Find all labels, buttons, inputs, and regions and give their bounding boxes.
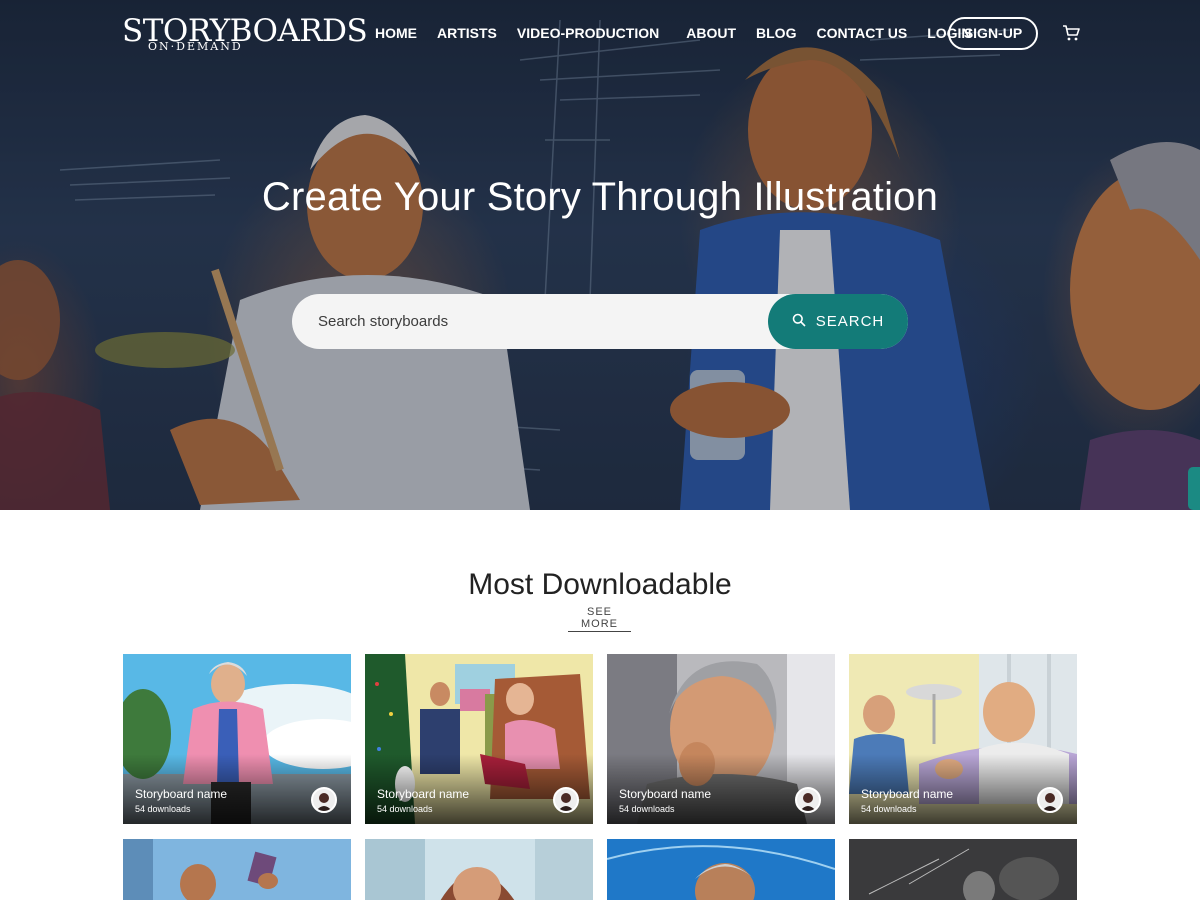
storyboard-thumbnail	[365, 839, 593, 900]
storyboard-downloads: 54 downloads	[861, 804, 917, 814]
nav-home[interactable]: HOME	[375, 24, 417, 42]
storyboard-card[interactable]	[365, 839, 593, 900]
section-title: Most Downloadable	[468, 568, 732, 601]
artist-avatar[interactable]	[311, 787, 337, 813]
search-button-label: SEARCH	[815, 313, 885, 330]
nav-blog[interactable]: BLOG	[756, 24, 796, 42]
brand-logo[interactable]: STORYBOARDS ON·DEMAND	[122, 14, 368, 53]
search-bar: SEARCH	[292, 294, 908, 349]
side-feedback-tab[interactable]	[1188, 467, 1200, 510]
artist-avatar[interactable]	[553, 787, 579, 813]
storyboard-downloads: 54 downloads	[377, 804, 433, 814]
storyboard-thumbnail	[123, 839, 351, 900]
cart-icon[interactable]	[1062, 24, 1080, 42]
signup-button[interactable]: SIGN-UP	[948, 17, 1038, 50]
main-nav: HOME ARTISTS VIDEO-PRODUCTION ABOUT BLOG…	[375, 24, 992, 42]
storyboard-thumbnail	[607, 839, 835, 900]
search-button[interactable]: SEARCH	[768, 294, 908, 349]
storyboard-name: Storyboard name	[861, 787, 954, 801]
storyboard-downloads: 54 downloads	[135, 804, 191, 814]
search-icon	[792, 313, 806, 331]
storyboard-card[interactable]	[123, 839, 351, 900]
storyboard-name: Storyboard name	[377, 787, 470, 801]
nav-contact-us[interactable]: CONTACT US	[816, 24, 907, 42]
nav-artists[interactable]: ARTISTS	[437, 24, 497, 42]
hero-title: Create Your Story Through Illustration	[261, 175, 939, 219]
brand-logo-bottom: ON·DEMAND	[148, 40, 243, 53]
storyboard-card[interactable]	[849, 839, 1077, 900]
storyboard-thumbnail	[849, 839, 1077, 900]
storyboard-name: Storyboard name	[135, 787, 228, 801]
artist-avatar[interactable]	[1037, 787, 1063, 813]
storyboard-card[interactable]: Storyboard name 54 downloads	[365, 654, 593, 824]
artist-avatar[interactable]	[795, 787, 821, 813]
see-more-link[interactable]: SEE MORE	[568, 606, 631, 632]
storyboard-card[interactable]: Storyboard name 54 downloads	[849, 654, 1077, 824]
storyboard-card[interactable]: Storyboard name 54 downloads	[123, 654, 351, 824]
storyboard-card[interactable]: Storyboard name 54 downloads	[607, 654, 835, 824]
storyboard-name: Storyboard name	[619, 787, 712, 801]
search-input[interactable]	[292, 294, 768, 349]
storyboard-downloads: 54 downloads	[619, 804, 675, 814]
nav-about[interactable]: ABOUT	[686, 24, 736, 42]
hero-banner	[0, 0, 1200, 510]
nav-video-production[interactable]: VIDEO-PRODUCTION	[517, 24, 659, 42]
storyboard-card[interactable]	[607, 839, 835, 900]
